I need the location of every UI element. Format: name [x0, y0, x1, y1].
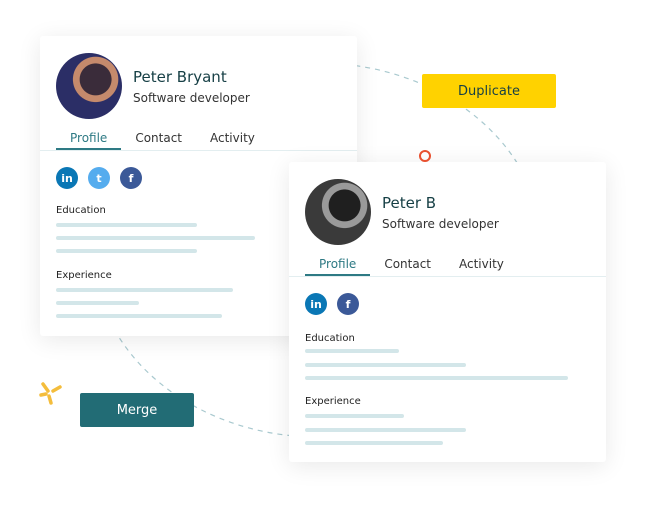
profile-name: Peter Bryant	[133, 68, 227, 86]
merge-button[interactable]: Merge	[80, 393, 194, 427]
marker-circle-icon	[419, 150, 431, 162]
facebook-icon[interactable]: f	[120, 167, 142, 189]
profile-role: Software developer	[133, 91, 250, 105]
section-education: Education	[56, 205, 106, 216]
section-experience: Experience	[305, 396, 361, 407]
facebook-icon[interactable]: f	[337, 293, 359, 315]
twitter-icon[interactable]: t	[88, 167, 110, 189]
linkedin-icon[interactable]: in	[56, 167, 78, 189]
tab-profile[interactable]: Profile	[56, 131, 122, 150]
duplicate-button[interactable]: Duplicate	[422, 74, 556, 108]
divider	[289, 276, 606, 277]
divider	[40, 150, 357, 151]
linkedin-icon[interactable]: in	[305, 293, 327, 315]
placeholder-line	[305, 349, 399, 353]
placeholder-line	[305, 441, 443, 445]
tab-profile[interactable]: Profile	[305, 257, 371, 276]
tab-contact[interactable]: Contact	[121, 131, 196, 150]
avatar	[305, 179, 371, 245]
tab-contact[interactable]: Contact	[370, 257, 445, 276]
profile-card-duplicate: Peter B Software developer Profile Conta…	[289, 162, 606, 462]
profile-role: Software developer	[382, 217, 499, 231]
placeholder-line	[56, 301, 139, 305]
section-experience: Experience	[56, 270, 112, 281]
placeholder-line	[56, 236, 255, 240]
placeholder-line	[56, 288, 233, 292]
placeholder-line	[305, 414, 404, 418]
avatar	[56, 53, 122, 119]
tab-activity[interactable]: Activity	[196, 131, 269, 150]
placeholder-line	[305, 363, 466, 367]
placeholder-line	[305, 376, 568, 380]
tab-activity[interactable]: Activity	[445, 257, 518, 276]
placeholder-line	[56, 314, 222, 318]
section-education: Education	[305, 333, 355, 344]
sparkle-icon	[39, 382, 62, 405]
placeholder-line	[56, 249, 197, 253]
placeholder-line	[305, 428, 466, 432]
profile-name: Peter B	[382, 194, 437, 212]
placeholder-line	[56, 223, 197, 227]
